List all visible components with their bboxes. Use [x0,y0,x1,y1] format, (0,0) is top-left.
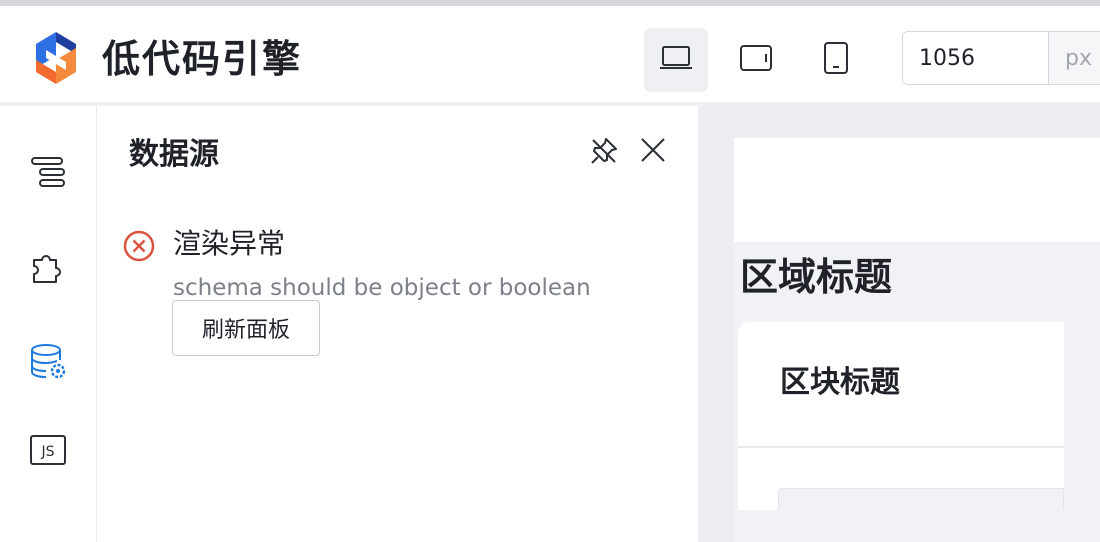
panel-title: 数据源 [129,137,219,172]
puzzle-icon [28,248,68,292]
left-sidebar: JS [0,106,97,542]
sidebar-item-code[interactable]: JS [28,432,68,472]
block-card[interactable]: 区块标题 [738,322,1064,510]
width-unit-label: px [1048,32,1100,84]
canvas-width-control: px [902,31,1100,85]
error-circle-icon [123,230,155,262]
sidebar-item-outline[interactable] [28,154,68,194]
top-toolbar: 低代码引擎 px [0,6,1100,102]
js-icon: JS [29,434,67,470]
sidebar-item-components[interactable] [28,250,68,290]
design-canvas: 区域标题 区块标题 [698,106,1100,542]
device-tablet-button[interactable] [724,28,788,92]
pin-icon[interactable] [589,136,619,166]
svg-text:JS: JS [40,444,54,460]
device-desktop-button[interactable] [644,28,708,92]
app-brand-title: 低代码引擎 [102,37,303,81]
error-title: 渲染异常 [173,227,286,260]
error-message: schema should be object or boolean [173,275,591,301]
card-divider [738,446,1064,448]
laptop-icon [659,45,693,75]
phone-icon [823,41,849,79]
database-gear-icon [28,342,68,386]
refresh-panel-button[interactable]: 刷新面板 [172,300,320,356]
outline-tree-icon [28,154,68,194]
close-icon[interactable] [637,134,669,166]
canvas-width-input[interactable] [903,32,1048,84]
sidebar-item-datasource[interactable] [28,344,68,384]
device-phone-button[interactable] [804,28,868,92]
tablet-icon [739,44,773,76]
card-inner-placeholder[interactable] [778,488,1064,510]
datasource-panel: 数据源 渲染异常 schema should be object or bool… [97,106,698,542]
page-header-block[interactable] [734,138,1100,242]
lowcode-engine-logo-icon [32,30,80,86]
section-title: 区域标题 [740,255,893,299]
block-card-title: 区块标题 [780,365,900,400]
